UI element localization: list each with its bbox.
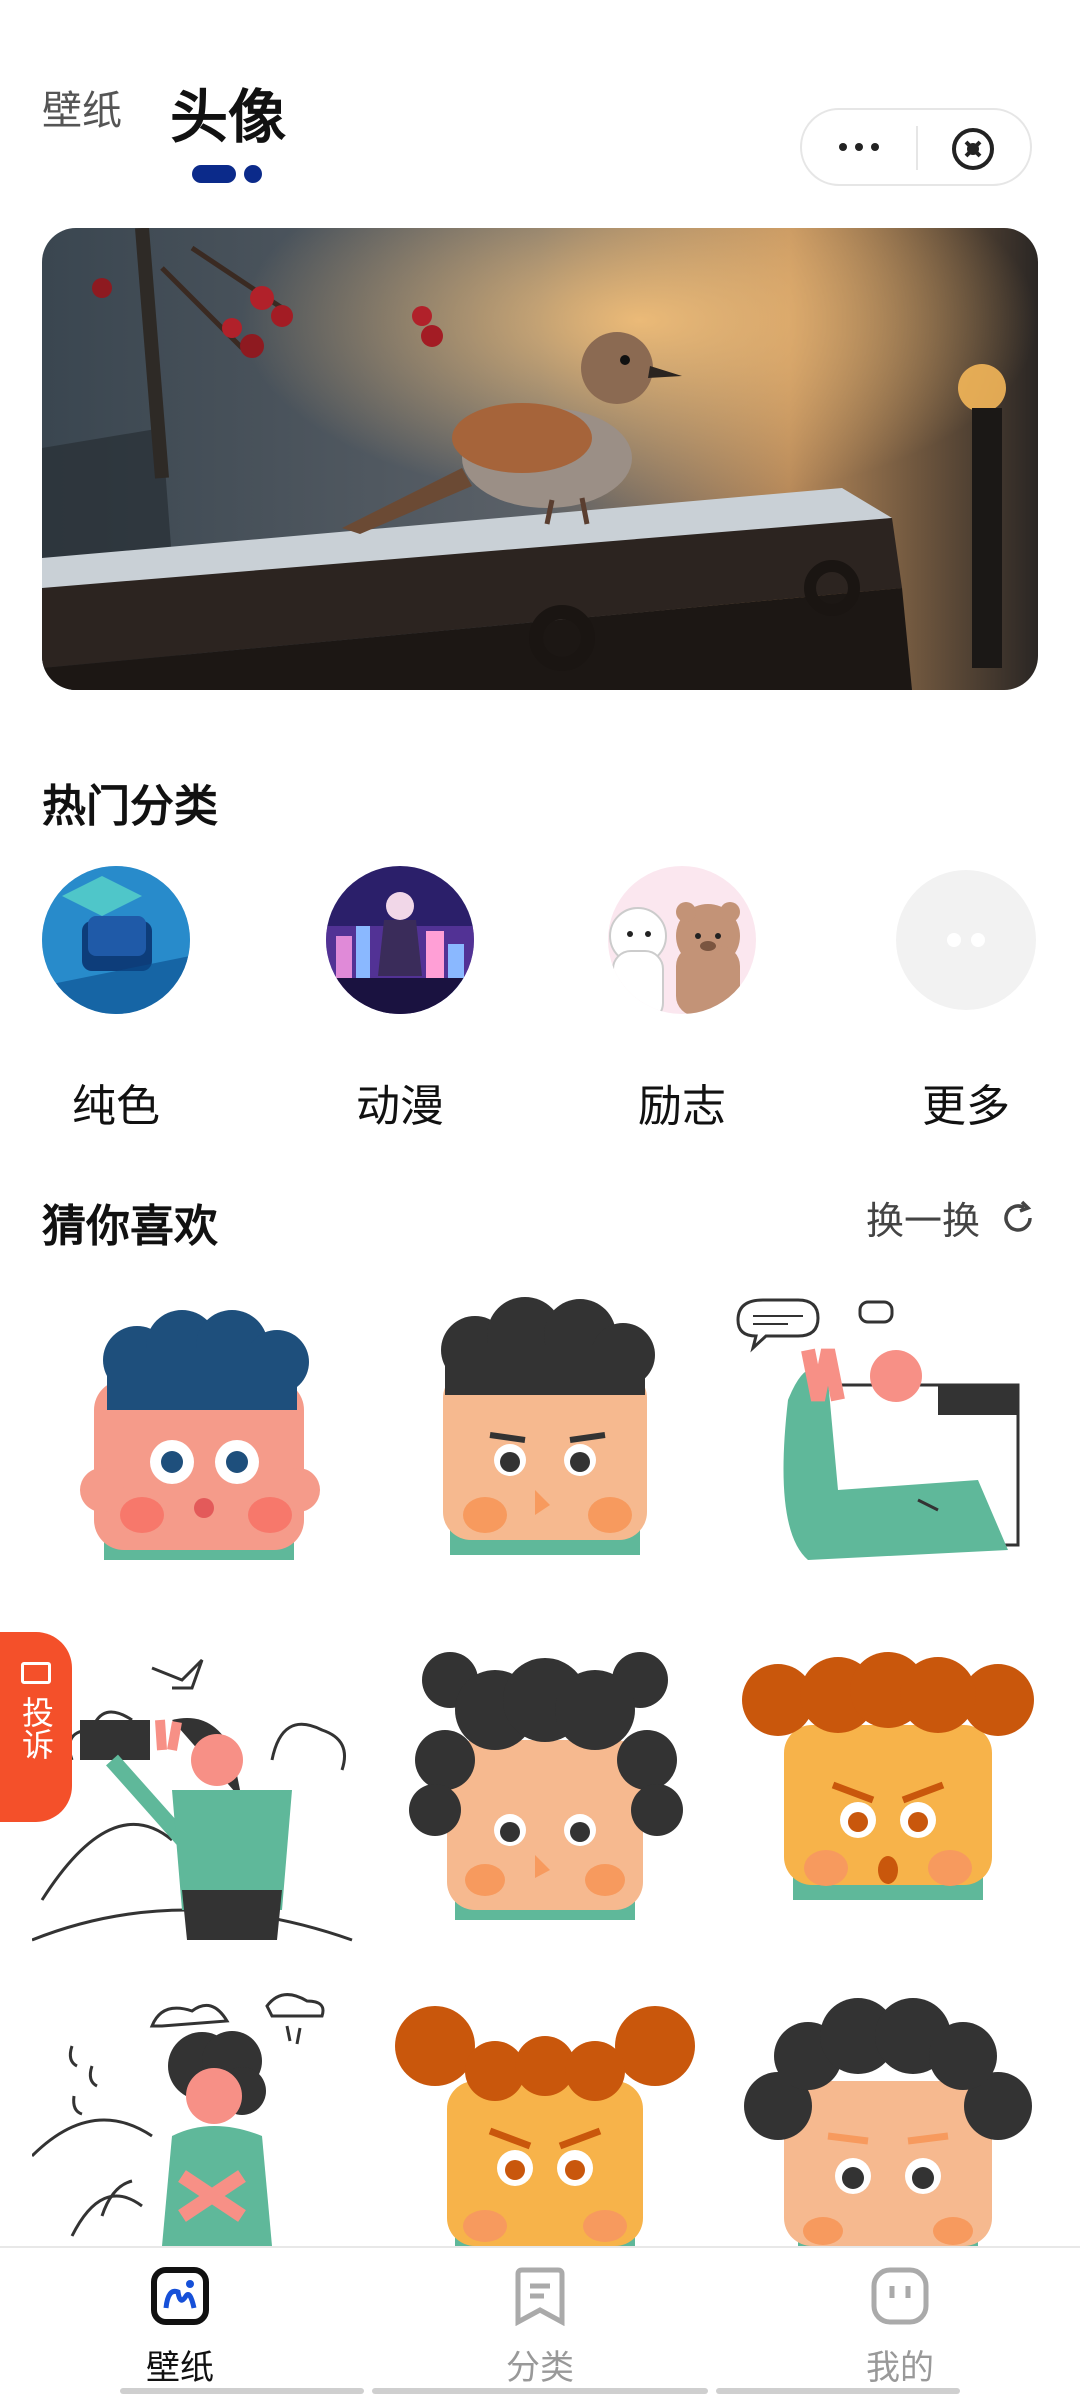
category-label: 纯色 (72, 1081, 160, 1132)
tab-wallpaper[interactable]: 壁纸 (42, 78, 122, 136)
bookmark-icon (515, 2267, 565, 2327)
bears-image (608, 866, 756, 1022)
gesture-bar (120, 2388, 364, 2394)
anime-city-image (326, 866, 474, 1014)
mail-icon (21, 1662, 51, 1684)
category-label: 更多 (922, 1081, 1010, 1132)
avatar-image[interactable] (718, 1640, 1048, 1970)
tab-indicator (192, 165, 236, 183)
close-icon[interactable] (950, 126, 996, 172)
refresh-button[interactable]: 换一换 (866, 1190, 1038, 1245)
avatar-image[interactable] (32, 1290, 362, 1620)
avatar-image[interactable] (375, 1640, 705, 1970)
more-button[interactable] (802, 110, 916, 184)
refresh-icon (1004, 1200, 1032, 1232)
refresh-label: 换一换 (865, 1199, 980, 1243)
capsule-divider (916, 126, 918, 170)
complain-label: 投诉 (17, 1696, 55, 1760)
category-motivational[interactable]: 励志 (608, 866, 756, 1134)
category-label: 动漫 (356, 1081, 444, 1132)
profile-icon (871, 2267, 929, 2325)
guess-you-like-title: 猜你喜欢 (42, 1201, 218, 1252)
nav-item-category[interactable]: 分类 (440, 2266, 640, 2389)
top-header: 壁纸 头像 (0, 0, 1080, 200)
avatar-image[interactable] (32, 1986, 362, 2246)
avatar-image[interactable] (375, 1986, 705, 2246)
nav-label: 我的 (866, 2348, 934, 2388)
dot-icon (871, 143, 879, 151)
complain-tab[interactable]: 投诉 (0, 1632, 72, 1822)
avatar-image[interactable] (32, 1640, 362, 1970)
gesture-bar (716, 2388, 960, 2394)
banner-image[interactable] (42, 228, 1038, 690)
bottom-tab-bar: 壁纸 分类 我的 (0, 2246, 1080, 2400)
more-dots-icon (896, 870, 1036, 1010)
dot-icon (839, 143, 847, 151)
gesture-bar (372, 2388, 708, 2394)
category-anime[interactable]: 动漫 (326, 866, 474, 1134)
wallpaper-icon (151, 2267, 209, 2325)
tab-indicator-dot (244, 165, 262, 183)
hot-categories-title: 热门分类 (42, 781, 218, 832)
tab-avatar[interactable]: 头像 (170, 70, 286, 154)
category-label: 励志 (638, 1081, 726, 1132)
nav-item-wallpaper[interactable]: 壁纸 (80, 2266, 280, 2389)
avatar-image[interactable] (718, 1290, 1048, 1620)
category-solid[interactable]: 纯色 (42, 866, 190, 1134)
dot-icon (855, 143, 863, 151)
nav-item-mine[interactable]: 我的 (800, 2266, 1000, 2389)
category-more[interactable]: 更多 (892, 866, 1040, 1134)
avatar-image[interactable] (375, 1290, 705, 1620)
nav-label: 分类 (506, 2348, 574, 2388)
mini-program-capsule (800, 108, 1032, 186)
blue-chip-image (42, 866, 190, 1014)
nav-label: 壁纸 (146, 2348, 214, 2388)
avatar-image[interactable] (718, 1986, 1048, 2246)
